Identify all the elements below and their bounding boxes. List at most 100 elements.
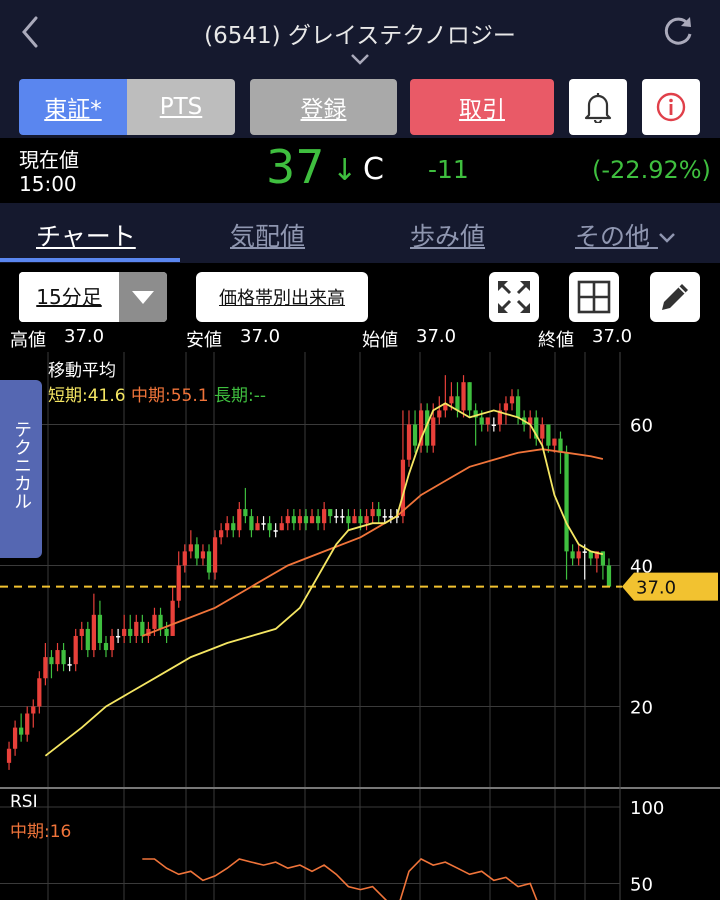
reload-icon[interactable] [660,14,696,50]
layout-grid-button[interactable] [569,272,619,322]
candles [0,375,622,770]
candle-body [67,664,72,666]
candle-body [491,424,496,426]
current-price: 37 [266,140,325,194]
candle-body [91,614,96,651]
candle-body [152,614,157,629]
candle-body [61,650,66,665]
rsi-panel: 100 50 [0,798,664,900]
high-label: 高値 [10,330,46,351]
candle-body [31,706,36,714]
candle-body [122,628,127,636]
candle-body [467,382,472,411]
candle-body [231,523,236,531]
candle-body [6,748,12,763]
ma-title: 移動平均 [48,361,116,381]
candle-body [352,516,357,524]
y-tick-label: 20 [630,697,653,718]
draw-button[interactable] [650,272,700,322]
period-value: 15分足 [19,272,119,322]
candle-body [128,628,133,636]
candle-body [273,530,278,532]
register-button[interactable]: 登録 [250,79,397,135]
period-select[interactable]: 15分足 [19,272,167,322]
market-tosho-button[interactable]: 東証* [19,79,127,135]
candle-body [182,551,187,566]
candle-body [279,523,284,531]
candle-body [49,657,54,665]
candle-body [206,551,212,573]
y-tick-label: 60 [630,415,653,436]
candle-body [564,452,569,552]
candle-body [212,537,218,573]
period-dropdown[interactable] [119,272,167,322]
high-value: 37.0 [64,326,105,347]
candle-body [334,516,339,518]
alert-button[interactable] [569,79,627,135]
candle-body [431,417,436,446]
grid-icon [577,280,611,314]
candle-body [140,621,145,636]
expand-button[interactable] [489,272,539,322]
chevron-down-icon[interactable] [349,52,371,66]
triangle-down-icon [132,291,154,304]
volume-by-price-button[interactable]: 価格帯別出来高 [196,272,368,322]
candle-body [461,382,466,411]
candle-body [73,635,78,665]
technical-label: テクニカル [11,420,32,510]
candle-body [85,628,90,651]
current-price-label: 現在値 [19,148,79,172]
close-value: 37.0 [592,326,633,347]
chart-grid [0,352,720,900]
candle-body [176,565,181,601]
tab-quotes[interactable]: 気配値 [230,217,305,253]
market-pts-button[interactable]: PTS [127,79,235,135]
candle-body [225,523,230,531]
candle-body [364,516,369,524]
candle-body [370,509,375,517]
rsi-mid-line [142,858,538,900]
candle-body [249,516,254,531]
price-chart[interactable]: 60402037.0 10050 [0,352,720,900]
candle-body [37,678,42,707]
pen-icon [662,284,688,310]
down-arrow-icon: ↓ [332,153,358,188]
candle-body [509,396,515,404]
ohlc-row: 高値 37.0 安値 37.0 始値 37.0 終値 37.0 [0,326,720,352]
open-label: 始値 [362,330,398,351]
candle-body [19,727,24,735]
ma-short-line [44,402,604,757]
candle-body [309,516,315,524]
rsi-mid-value: 中期:16 [10,822,72,842]
candle-body [388,516,393,518]
chevron-down-icon [659,233,675,243]
tab-chart[interactable]: チャート [36,217,136,253]
candle-body [219,530,224,538]
price-change: -11 [428,155,469,184]
tab-active-indicator [0,258,180,262]
rsi-tick-label: 100 [630,798,664,819]
candle-body [237,509,242,531]
candle-body [322,509,327,524]
info-icon [656,92,686,122]
candle-body [570,551,575,559]
trade-button[interactable]: 取引 [410,79,554,135]
tab-other[interactable]: その他 [575,217,676,253]
tab-trades[interactable]: 歩み値 [410,217,485,253]
ma-long: 長期:-- [214,386,266,406]
info-button[interactable] [642,79,700,135]
candle-body [328,509,333,517]
stock-title[interactable]: (6541) グレイステクノロジー [0,16,720,50]
axis-labels: 60402037.0 [622,415,718,718]
candle-body [109,635,115,651]
candle-body [346,516,351,524]
low-label: 安値 [186,330,222,351]
candle-body [55,650,60,665]
candle-body [303,516,309,524]
candle-body [412,424,418,446]
candle-body [606,565,612,587]
rsi-title: RSI [10,792,38,812]
candle-body [12,727,18,749]
candle-body [297,516,303,524]
candle-body [115,635,121,638]
